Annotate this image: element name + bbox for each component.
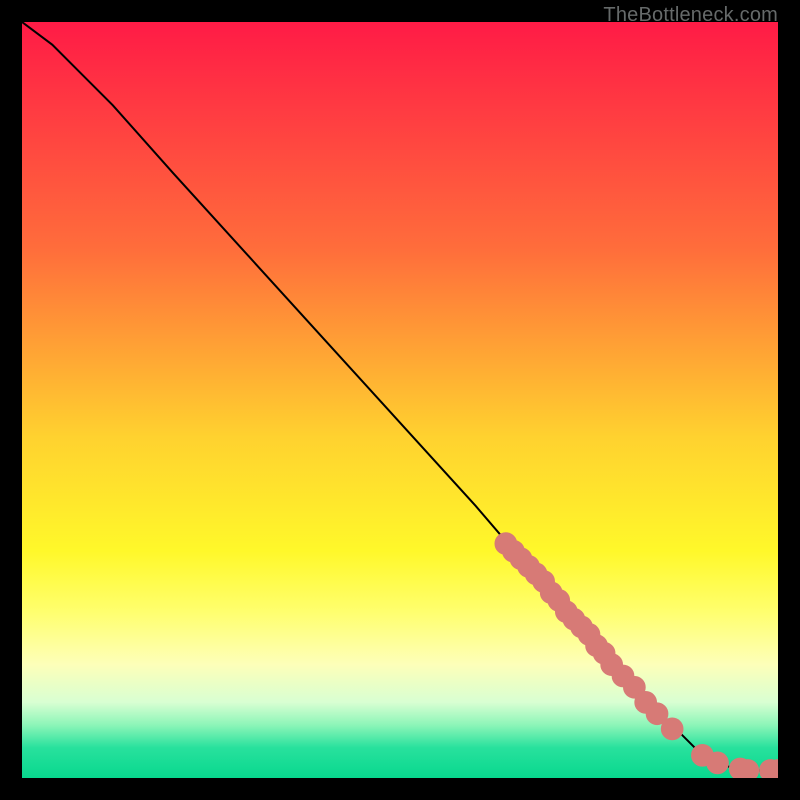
data-point [740,763,755,778]
data-points [498,536,778,778]
data-point [710,755,725,770]
data-point [665,721,680,736]
chart-svg [22,22,778,778]
watermark-text: TheBottleneck.com [603,4,778,27]
data-point [770,763,778,778]
data-point [627,680,642,695]
bottleneck-curve [22,22,778,770]
data-point [649,706,664,721]
chart-frame: TheBottleneck.com [0,0,800,800]
plot-area [22,22,778,778]
